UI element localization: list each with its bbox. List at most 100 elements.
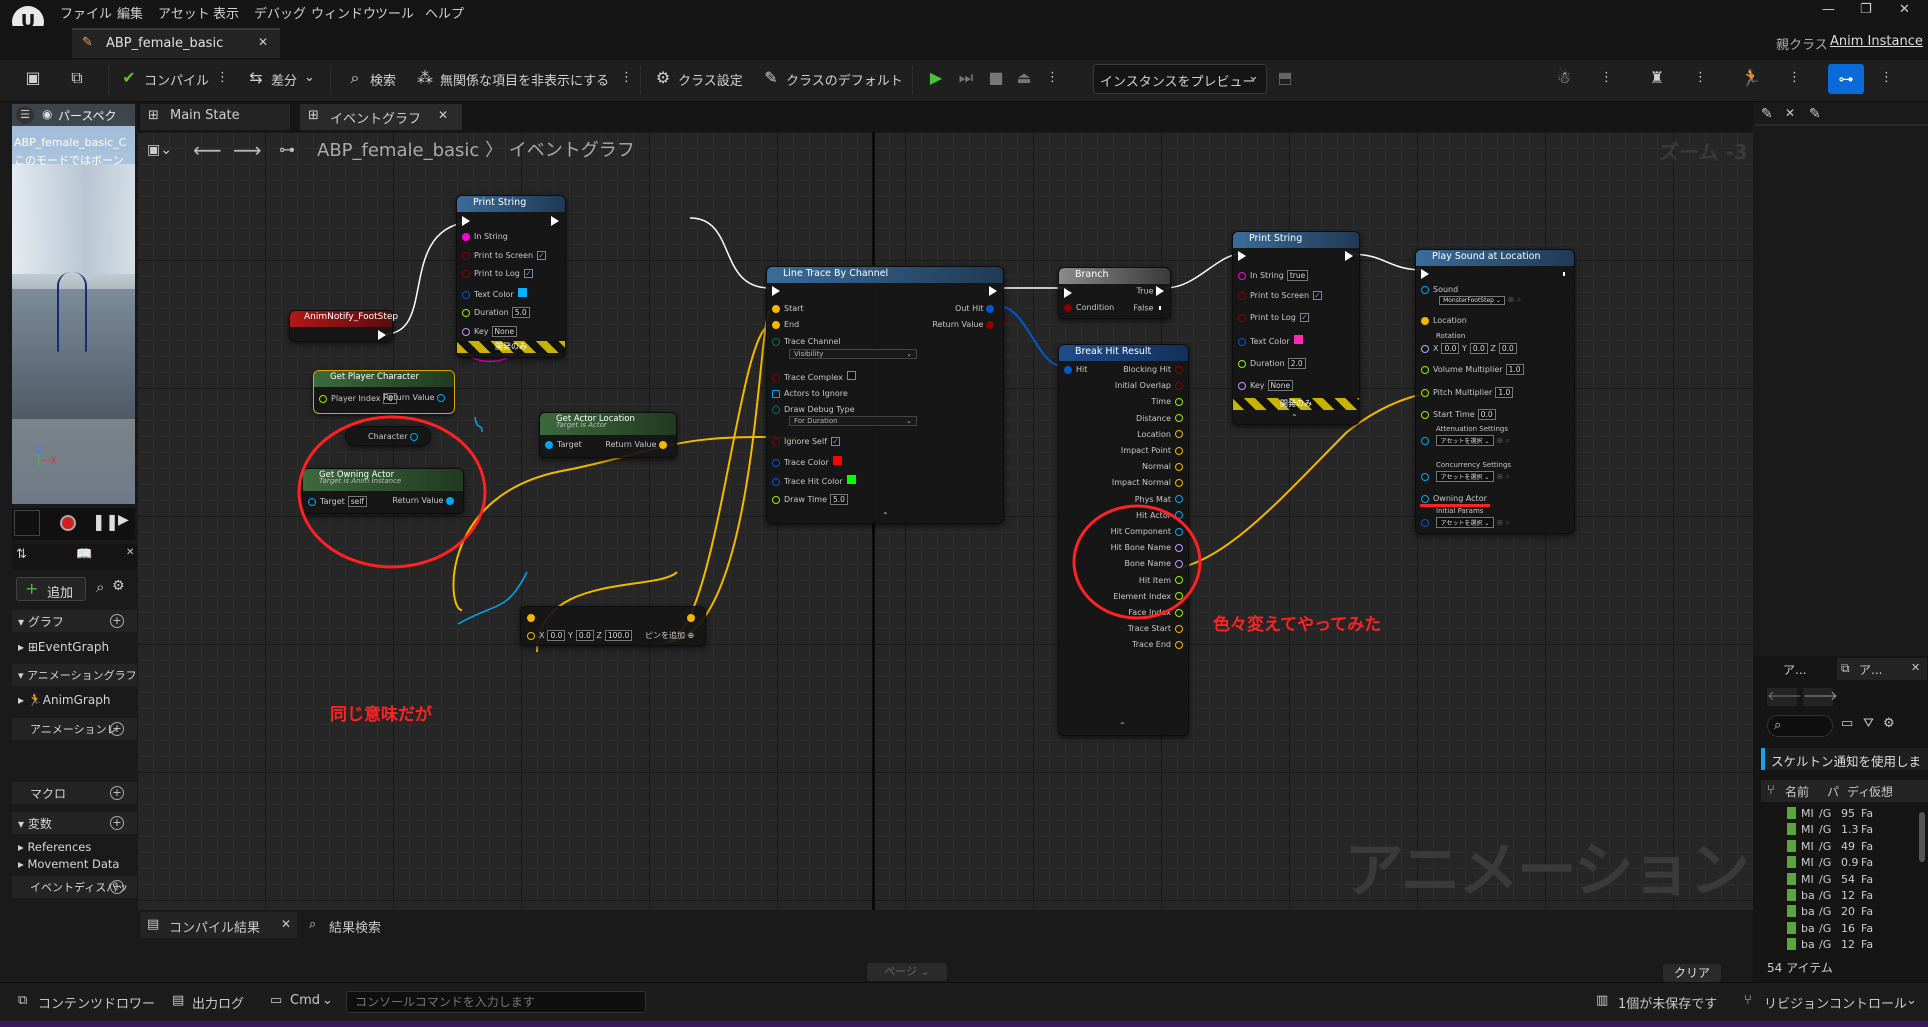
mesh-mode-icon[interactable]: ♜ bbox=[1646, 67, 1668, 89]
eject-icon[interactable]: ⏏ bbox=[1013, 67, 1035, 89]
animation-mode-icon[interactable]: 🏃 bbox=[1740, 67, 1762, 89]
step-icon[interactable]: ⏭ bbox=[955, 67, 977, 89]
add-macro-icon[interactable]: + bbox=[110, 786, 124, 800]
preview-instance-dropdown[interactable]: インスタンスをプレビュー ⌄ bbox=[1093, 64, 1267, 94]
viewport-toggle-button[interactable] bbox=[14, 510, 40, 536]
unsaved-count-button[interactable]: 1個が未保存です bbox=[1618, 993, 1717, 1012]
browse-icon[interactable]: ⧉ bbox=[66, 67, 88, 89]
perspective-button[interactable]: パースペク bbox=[58, 107, 117, 124]
stop-icon[interactable]: ■ bbox=[985, 67, 1007, 89]
page-dropdown[interactable]: ページ ⌄ bbox=[867, 963, 947, 981]
search-input[interactable]: ⌕ bbox=[1767, 715, 1833, 737]
minimize-icon[interactable]: — bbox=[1822, 2, 1835, 17]
pause-icon[interactable]: ❚❚ bbox=[92, 512, 119, 531]
skeleton-mode-icon[interactable]: ☃ bbox=[1553, 67, 1575, 89]
gear-icon[interactable]: ⚙ bbox=[652, 67, 674, 89]
class-settings-button[interactable]: クラス設定 bbox=[678, 70, 743, 89]
menu-edit[interactable]: 編集 bbox=[117, 3, 143, 22]
back-arrow-icon[interactable]: 🡐 bbox=[1767, 688, 1802, 706]
search-icon[interactable]: ⌕ bbox=[96, 578, 104, 596]
menu-window[interactable]: ウィンドウ bbox=[311, 3, 376, 22]
restore-icon[interactable]: ❐ bbox=[1860, 2, 1872, 17]
menu-asset[interactable]: アセット bbox=[158, 3, 210, 22]
add-layer-icon[interactable]: + bbox=[110, 722, 124, 736]
column-path[interactable]: パ bbox=[1827, 783, 1839, 800]
table-row[interactable]: ba/G 12 Fa bbox=[1761, 937, 1917, 953]
console-input[interactable] bbox=[346, 991, 646, 1013]
close-tab-icon[interactable]: ✕ bbox=[258, 35, 268, 49]
save-icon[interactable]: ▣ bbox=[22, 67, 44, 89]
hide-unrelated-button[interactable]: 無関係な項目を非表示にする bbox=[440, 70, 609, 89]
chevron-down-icon[interactable]: ⌄ bbox=[304, 70, 315, 85]
column-virtual[interactable]: 仮想 bbox=[1869, 783, 1893, 800]
folder-icon[interactable]: ▭ bbox=[1841, 716, 1853, 731]
close-window-icon[interactable]: ✕ bbox=[1899, 2, 1910, 17]
anim-graph-item[interactable]: ▸ 🏃AnimGraph bbox=[18, 693, 110, 707]
movement-data-category[interactable]: ▸ Movement Data bbox=[18, 857, 119, 871]
close-tab-icon[interactable]: ✕ bbox=[1911, 661, 1920, 674]
close-panel-icon[interactable]: ✕ bbox=[126, 547, 134, 558]
content-drawer-button[interactable]: コンテンツドロワー bbox=[38, 993, 155, 1012]
graphs-section-header[interactable]: ▾ グラフ bbox=[18, 613, 64, 630]
add-variable-icon[interactable]: + bbox=[110, 816, 124, 830]
chevron-down-icon[interactable]: ⌄ bbox=[322, 993, 333, 1008]
search-icon[interactable]: ⌕ bbox=[344, 67, 366, 89]
tab-compile-results[interactable]: ▤ コンパイル結果 ✕ bbox=[141, 912, 297, 938]
diff-button[interactable]: 差分 bbox=[271, 70, 297, 89]
close-panel-icon[interactable]: ✕ bbox=[1785, 106, 1795, 120]
my-blueprint-tab-icon[interactable]: 📖 bbox=[76, 547, 92, 562]
menu-view[interactable]: 表示 bbox=[213, 3, 239, 22]
macros-section-header[interactable]: マクロ bbox=[30, 785, 66, 802]
compile-icon[interactable]: ✔ bbox=[118, 67, 140, 89]
class-defaults-button[interactable]: クラスのデフォルト bbox=[786, 70, 903, 89]
gear-icon[interactable]: ⚙ bbox=[1883, 716, 1895, 731]
table-row[interactable]: ba/G 16 Fa bbox=[1761, 921, 1917, 937]
clear-button[interactable]: クリア bbox=[1663, 964, 1721, 982]
details-tab-icon[interactable]: ✎ bbox=[1761, 106, 1773, 122]
menu-debug[interactable]: デバッグ bbox=[254, 3, 306, 22]
compile-options-icon[interactable]: ⋮ bbox=[216, 70, 229, 85]
tab-find-results[interactable]: 結果検索 bbox=[329, 917, 381, 936]
document-tab[interactable]: ✎ ABP_female_basic ✕ bbox=[72, 28, 280, 58]
table-row[interactable]: MI/G 0.9 Fa bbox=[1761, 855, 1917, 871]
output-log-button[interactable]: 出力ログ bbox=[192, 993, 244, 1012]
menu-tools[interactable]: ツール bbox=[375, 3, 414, 22]
column-name[interactable]: 名前 bbox=[1785, 783, 1809, 800]
gear-icon[interactable]: ⚙ bbox=[112, 578, 125, 594]
mesh-options-icon[interactable]: ⋮ bbox=[1694, 70, 1707, 85]
tab-event-graph[interactable]: ⊞ イベントグラフ ✕ bbox=[300, 104, 462, 130]
tab-main-state[interactable]: ⊞ Main State bbox=[140, 104, 290, 130]
skeleton-notifies-filter[interactable]: スケルトン通知を使用しま bbox=[1761, 748, 1928, 770]
menu-help[interactable]: ヘルプ bbox=[425, 3, 464, 22]
table-row[interactable]: MI/G 54 Fa bbox=[1761, 872, 1917, 888]
close-tab-icon[interactable]: ✕ bbox=[438, 108, 448, 122]
add-dispatcher-icon[interactable]: + bbox=[110, 880, 124, 894]
table-row[interactable]: MI/G 95 Fa bbox=[1761, 806, 1917, 822]
event-graph-item[interactable]: ▸ ⊞EventGraph bbox=[18, 640, 109, 654]
defaults-tab-icon[interactable]: ✎ bbox=[1809, 106, 1821, 122]
animation-options-icon[interactable]: ⋮ bbox=[1788, 70, 1801, 85]
hide-unrelated-icon[interactable]: ⁂ bbox=[414, 67, 436, 89]
record-icon[interactable] bbox=[60, 515, 76, 531]
blueprint-mode-button[interactable]: ⊶ bbox=[1828, 64, 1864, 94]
variables-section-header[interactable]: ▾ 変数 bbox=[18, 815, 52, 832]
cmd-dropdown[interactable]: Cmd bbox=[290, 993, 320, 1008]
table-row[interactable]: ba/G 20 Fa bbox=[1761, 904, 1917, 920]
play-icon[interactable]: ▶ bbox=[925, 67, 947, 89]
diff-icon[interactable]: ⇆ bbox=[245, 67, 267, 89]
scrollbar[interactable] bbox=[1919, 812, 1925, 862]
parent-class-link[interactable]: Anim Instance bbox=[1830, 34, 1923, 49]
compile-button[interactable]: コンパイル bbox=[144, 70, 209, 89]
debug-filter-icon[interactable]: ⬒ bbox=[1274, 67, 1296, 89]
references-category[interactable]: ▸ References bbox=[18, 840, 91, 854]
revision-control-button[interactable]: リビジョンコントロール bbox=[1764, 993, 1907, 1012]
chevron-down-icon[interactable]: ⌄ bbox=[1906, 993, 1917, 1008]
play-options-icon[interactable]: ⋮ bbox=[1046, 70, 1059, 85]
add-graph-icon[interactable]: + bbox=[110, 614, 124, 628]
preview-viewport[interactable]: ☰ ◉ パースペク ABP_female_basic_C このモードではボーン … bbox=[12, 104, 135, 504]
blueprint-options-icon[interactable]: ⋮ bbox=[1880, 70, 1893, 85]
close-tab-icon[interactable]: ✕ bbox=[281, 917, 291, 931]
table-row[interactable]: ba/G 12 Fa bbox=[1761, 888, 1917, 904]
skeleton-options-icon[interactable]: ⋮ bbox=[1600, 70, 1613, 85]
tab-anim-notifies[interactable]: ⧉ ア... ✕ bbox=[1837, 658, 1927, 680]
